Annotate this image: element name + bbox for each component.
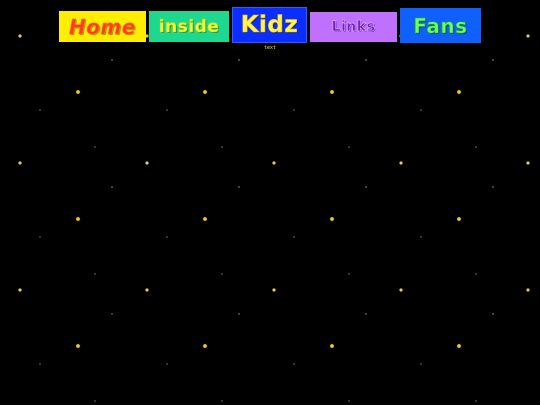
nav-fans-label: Fans — [413, 13, 468, 38]
nav-links-label: Links — [331, 19, 376, 35]
caption-text: text — [263, 45, 277, 51]
main-nav: Home inside Kidz Links Fans — [58, 6, 482, 44]
nav-home-label: Home — [69, 14, 136, 39]
nav-kidz-label: Kidz — [240, 12, 299, 39]
nav-inside-label: inside — [158, 16, 220, 37]
nav-fans-button[interactable]: Fans — [400, 8, 481, 43]
nav-inside-button[interactable]: inside — [149, 11, 229, 42]
nav-kidz-button[interactable]: Kidz — [232, 7, 307, 43]
nav-links-button[interactable]: Links — [310, 12, 397, 42]
nav-home-button[interactable]: Home — [59, 11, 146, 42]
starfield-page: Home inside Kidz Links Fans text — [0, 0, 540, 405]
